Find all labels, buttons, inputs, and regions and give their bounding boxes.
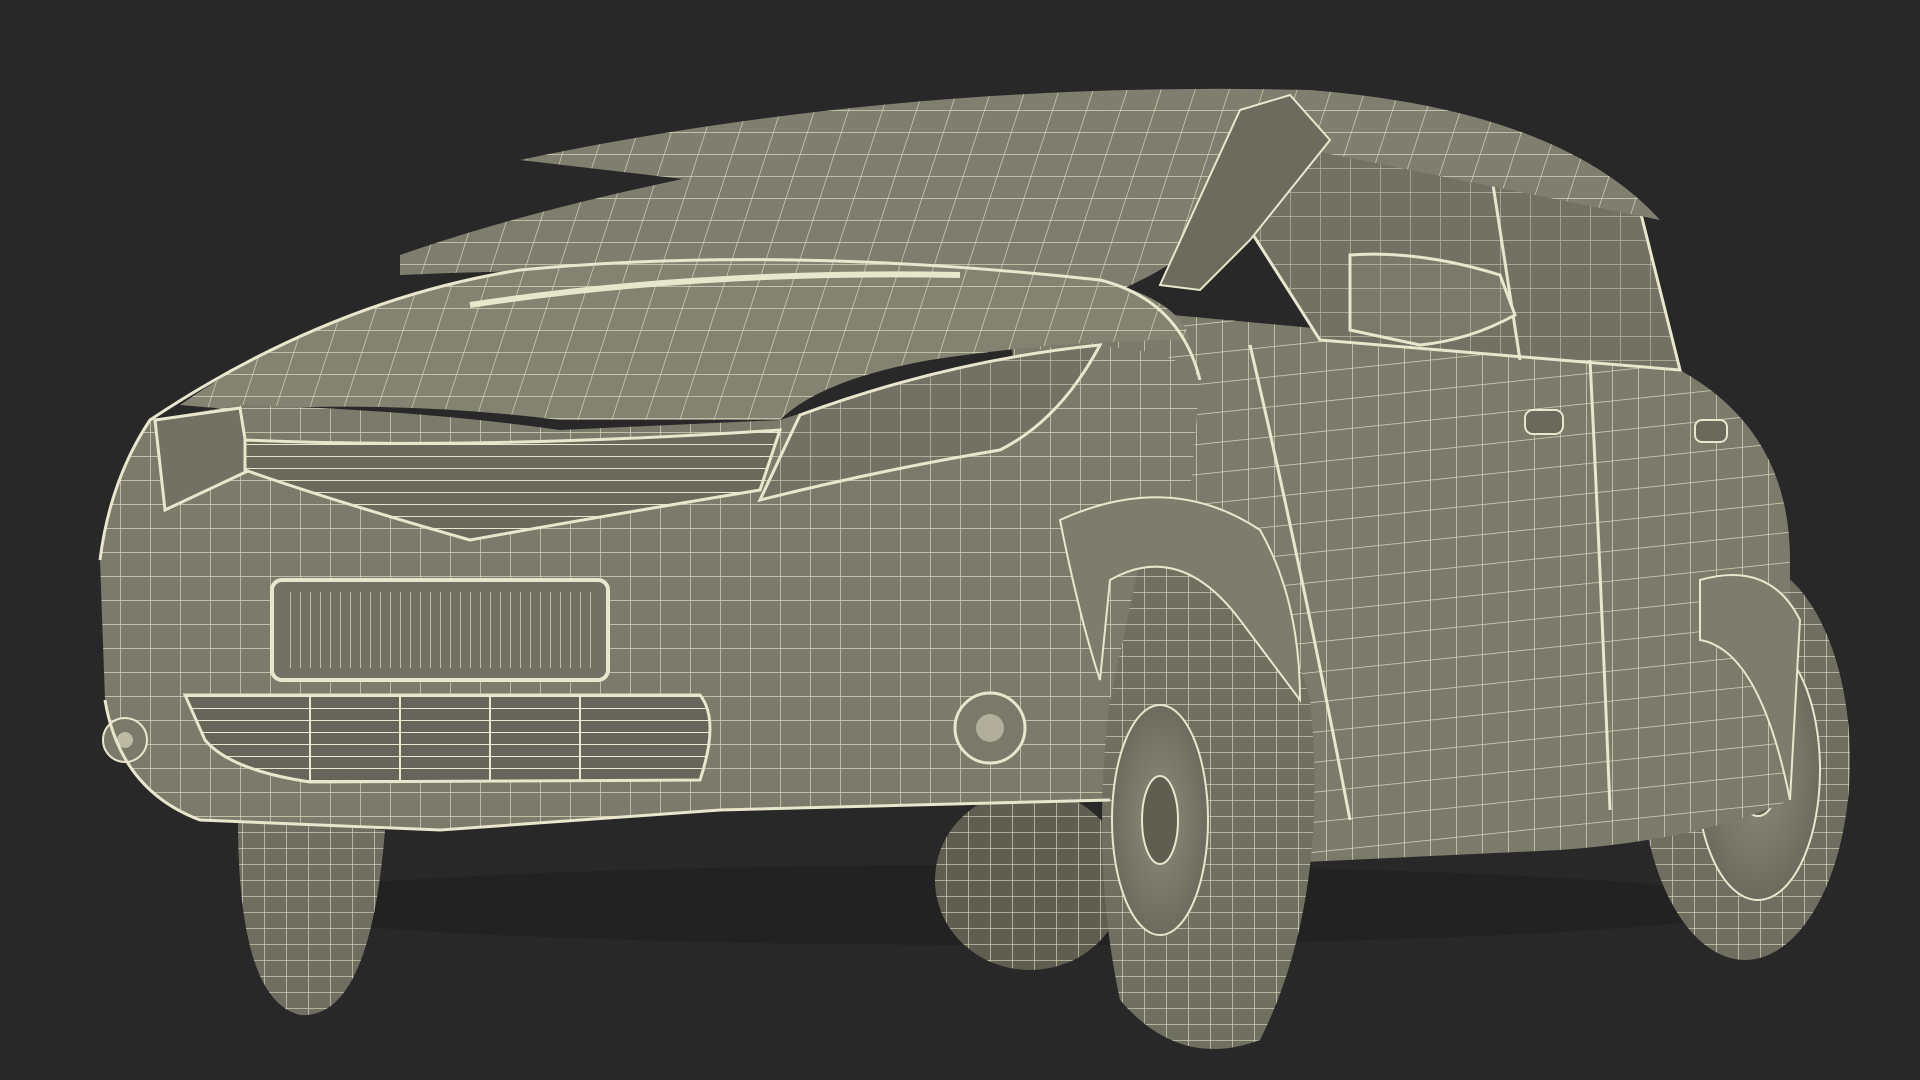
rear-door-handle <box>1694 419 1728 443</box>
front-door-handle <box>1524 409 1564 435</box>
inner-wheel <box>935 790 1125 970</box>
license-plate <box>270 578 610 682</box>
wireframe-render <box>0 0 1920 1080</box>
render-viewport <box>0 0 1920 1080</box>
right-fog-light <box>953 691 1027 765</box>
